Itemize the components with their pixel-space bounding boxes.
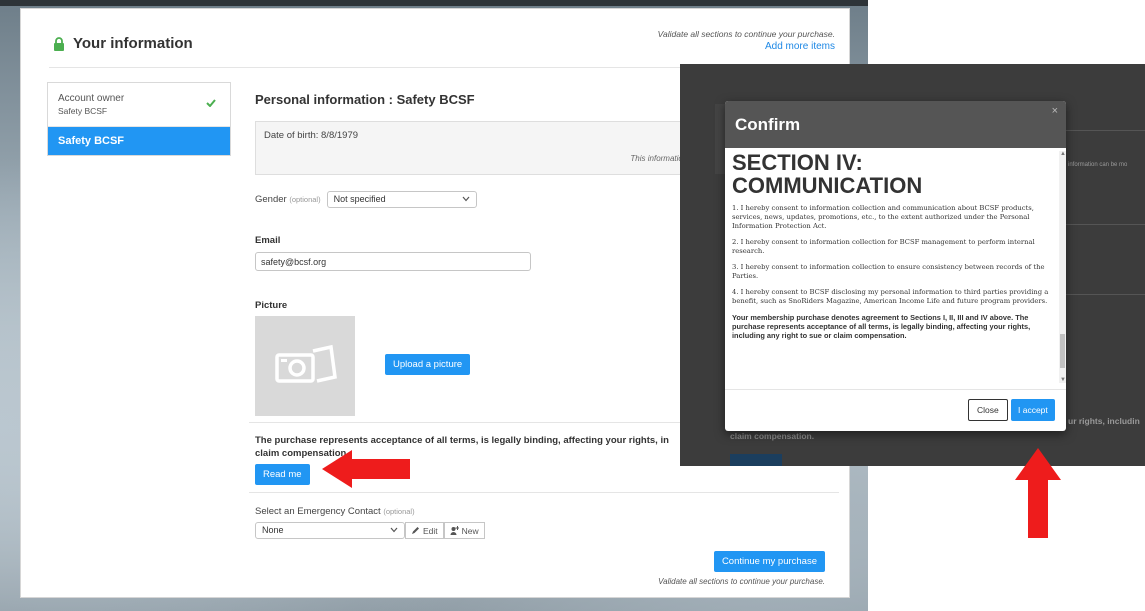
edit-contact-button[interactable]: Edit [405,522,444,539]
ghost-divider [1065,294,1145,295]
gender-value: Not specified [333,194,386,204]
emergency-contact-label: Select an Emergency Contact (optional) [255,506,415,517]
read-me-button[interactable]: Read me [255,464,310,485]
sidebar-item-account-owner[interactable]: Account owner Safety BCSF [48,83,230,127]
email-field[interactable] [255,252,531,271]
scrollbar-thumb[interactable] [1060,334,1065,368]
close-button[interactable]: Close [968,399,1008,421]
page-title: Your information [53,35,193,52]
section-heading: SECTION IV: COMMUNICATION [732,150,923,198]
chevron-down-icon [462,196,470,202]
ghost-read-me-button [730,454,782,466]
footer-hint: Validate all sections to continue your p… [658,577,825,586]
page-title-text: Your information [73,35,193,52]
camera-icon [275,344,337,383]
check-icon [206,99,216,107]
chevron-down-icon [390,527,398,533]
add-user-icon [450,526,459,535]
ghost-text: ur rights, includin [1068,416,1140,426]
dob-box: Date of birth: 8/8/1979 This information… [255,121,705,175]
modal-scrollbar[interactable]: ▲ ▼ [1059,151,1066,383]
terms-paragraph: 1. I hereby consent to information colle… [732,204,1034,230]
red-arrow-up-icon [1015,448,1061,538]
sidebar-item-safety-bcsf[interactable]: Safety BCSF [48,127,230,155]
continue-purchase-button[interactable]: Continue my purchase [713,551,825,572]
sidebar-item-subtitle: Safety BCSF [58,106,108,116]
close-icon[interactable]: × [1052,105,1058,117]
pencil-icon [412,527,419,534]
emergency-contact-row: None Edit New [255,522,485,539]
ghost-text: claim compensation. [730,431,815,441]
accept-button[interactable]: I accept [1011,399,1055,421]
upload-picture-button[interactable]: Upload a picture [385,354,471,375]
email-label: Email [255,235,281,246]
modal-footer: Close I accept [725,389,1066,431]
add-more-items-link[interactable]: Add more items [658,41,835,52]
terms-paragraph: 2. I hereby consent to information colle… [732,238,1035,255]
picture-label: Picture [255,300,288,311]
terms-paragraph: 3. I hereby consent to information colle… [732,263,1045,280]
date-of-birth: Date of birth: 8/8/1979 [264,130,359,141]
top-bar [0,0,868,6]
lock-icon [54,36,64,51]
divider [249,492,839,493]
ghost-text: information can be mo [1068,162,1128,168]
sidebar-item-title: Account owner [58,93,125,104]
terms-paragraph: 4. I hereby consent to BCSF disclosing m… [732,288,1049,305]
picture-placeholder [255,316,355,416]
red-arrow-left-icon [322,450,410,488]
terms-bold-paragraph: Your membership purchase denotes agreeme… [732,313,1031,340]
modal-body: SECTION IV: COMMUNICATION 1. I hereby co… [732,149,1056,385]
gender-label: Gender (optional) [255,194,321,205]
modal-header: Confirm × [725,101,1066,148]
new-contact-button[interactable]: New [443,522,485,539]
header-actions: Validate all sections to continue your p… [658,29,835,52]
scroll-up-icon[interactable]: ▲ [1060,151,1066,157]
emergency-contact-select[interactable]: None [255,522,405,539]
gender-select[interactable]: Not specified [326,191,477,208]
emergency-contact-value: None [262,525,284,535]
modal-title: Confirm [735,115,801,134]
sidebar-item-title: Safety BCSF [58,135,125,147]
gender-row: Gender (optional) Not specified [255,191,477,208]
ghost-divider [1065,130,1145,131]
sidebar: Account owner Safety BCSF Safety BCSF [47,82,231,156]
validate-hint: Validate all sections to continue your p… [657,29,835,39]
ghost-divider [1065,224,1145,225]
confirm-modal: Confirm × SECTION IV: COMMUNICATION 1. I… [725,101,1066,431]
scroll-down-icon[interactable]: ▼ [1060,377,1066,383]
